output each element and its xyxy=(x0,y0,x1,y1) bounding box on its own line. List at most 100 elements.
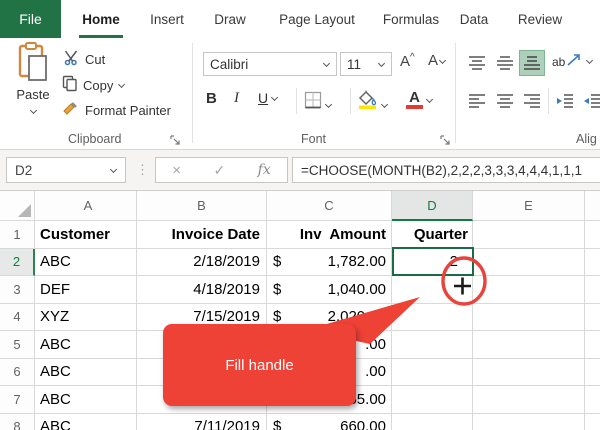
cell-b2[interactable]: 2/18/2019 xyxy=(137,249,267,277)
font-color-button[interactable]: A xyxy=(406,89,433,109)
cell-e3[interactable] xyxy=(473,276,585,304)
borders-button[interactable] xyxy=(304,91,332,114)
cell-e6[interactable] xyxy=(473,359,585,387)
cell-a2[interactable]: ABC xyxy=(35,249,137,277)
formula-bar: D2 ⋮ × ✓ fx =CHOOSE(MONTH(B2),2,2,2,3,3,… xyxy=(0,150,600,190)
tab-insert[interactable]: Insert xyxy=(144,0,190,38)
tab-draw[interactable]: Draw xyxy=(208,0,252,38)
cell-c8[interactable]: $660.00 xyxy=(267,414,392,430)
cell-d1[interactable]: Quarter xyxy=(392,221,473,249)
cut-button[interactable]: Cut xyxy=(64,50,105,69)
cell-a4[interactable]: XYZ xyxy=(35,304,137,332)
cell-a5[interactable]: ABC xyxy=(35,331,137,359)
tab-review[interactable]: Review xyxy=(512,0,568,38)
row-header-8[interactable]: 8 xyxy=(0,414,35,430)
name-box-value: D2 xyxy=(15,163,32,178)
tab-file[interactable]: File xyxy=(0,0,61,38)
tab-page-layout[interactable]: Page Layout xyxy=(270,0,364,38)
row-header-6[interactable]: 6 xyxy=(0,359,35,387)
underline-button[interactable]: U xyxy=(258,90,278,106)
bold-button[interactable]: B xyxy=(206,90,217,107)
row-header-2[interactable]: 2 xyxy=(0,249,35,277)
formula-input[interactable]: =CHOOSE(MONTH(B2),2,2,2,3,3,3,4,4,4,1,1,… xyxy=(292,157,600,183)
column-header-partial[interactable] xyxy=(585,191,600,221)
italic-button[interactable]: I xyxy=(234,90,239,107)
cell-e8[interactable] xyxy=(473,414,585,430)
middle-align-button[interactable] xyxy=(492,50,518,76)
cell-c1[interactable]: Inv Amount xyxy=(267,221,392,249)
tab-data[interactable]: Data xyxy=(456,0,492,38)
tab-formulas[interactable]: Formulas xyxy=(382,0,440,38)
shrink-font-button[interactable]: A xyxy=(428,52,446,69)
cell-d8[interactable] xyxy=(392,414,473,430)
ribbon-tab-bar: File Home Insert Draw Page Layout Formul… xyxy=(0,0,600,38)
insert-function-icon[interactable]: fx xyxy=(258,162,271,178)
font-size-combo[interactable]: 11 xyxy=(340,52,392,76)
orientation-button[interactable]: ab xyxy=(552,54,593,69)
grow-font-letter: A xyxy=(400,53,410,70)
cell-f7[interactable] xyxy=(585,386,600,414)
row-header-3[interactable]: 3 xyxy=(0,276,35,304)
cell-c2[interactable]: $1,782.00 xyxy=(267,249,392,277)
align-left-button[interactable] xyxy=(464,88,490,114)
cell-d4[interactable] xyxy=(392,304,473,332)
top-align-button[interactable] xyxy=(464,50,490,76)
cell-b3[interactable]: 4/18/2019 xyxy=(137,276,267,304)
format-painter-button[interactable]: Format Painter xyxy=(62,101,171,120)
name-box[interactable]: D2 xyxy=(6,157,126,183)
cell-e1[interactable] xyxy=(473,221,585,249)
select-all-corner[interactable] xyxy=(0,191,35,221)
cell-d6[interactable] xyxy=(392,359,473,387)
copy-button[interactable]: Copy xyxy=(62,75,125,95)
cell-f5[interactable] xyxy=(585,331,600,359)
cell-f1[interactable] xyxy=(585,221,600,249)
cell-f2[interactable] xyxy=(585,249,600,277)
cell-a7[interactable]: ABC xyxy=(35,386,137,414)
cell-e2[interactable] xyxy=(473,249,585,277)
cell-d5[interactable] xyxy=(392,331,473,359)
grow-font-button[interactable]: A^ xyxy=(400,52,415,70)
fill-color-button[interactable] xyxy=(358,90,388,114)
cell-a1[interactable]: Customer xyxy=(35,221,137,249)
cell-e4[interactable] xyxy=(473,304,585,332)
amount-value: 1,782.00 xyxy=(328,253,386,270)
column-header-b[interactable]: B xyxy=(137,191,267,221)
column-header-d[interactable]: D xyxy=(392,191,473,221)
column-header-e[interactable]: E xyxy=(473,191,585,221)
cell-b1[interactable]: Invoice Date xyxy=(137,221,267,249)
cell-d3[interactable] xyxy=(392,276,473,304)
cell-f3[interactable] xyxy=(585,276,600,304)
paste-button[interactable]: Paste xyxy=(10,42,56,120)
copy-icon xyxy=(62,75,78,95)
currency-symbol: $ xyxy=(273,253,281,270)
cell-d7[interactable] xyxy=(392,386,473,414)
cell-f8[interactable] xyxy=(585,414,600,430)
clipboard-dialog-launcher[interactable] xyxy=(170,133,182,145)
column-header-a[interactable]: A xyxy=(35,191,137,221)
font-name-combo[interactable]: Calibri xyxy=(203,52,337,76)
format-painter-brush-icon xyxy=(62,101,80,120)
cell-f4[interactable] xyxy=(585,304,600,332)
cell-a3[interactable]: DEF xyxy=(35,276,137,304)
cancel-icon[interactable]: × xyxy=(172,162,181,179)
row-header-7[interactable]: 7 xyxy=(0,386,35,414)
cell-e5[interactable] xyxy=(473,331,585,359)
increase-indent-button[interactable] xyxy=(579,88,600,114)
tab-home[interactable]: Home xyxy=(77,0,125,38)
font-dialog-launcher[interactable] xyxy=(440,133,452,145)
cell-e7[interactable] xyxy=(473,386,585,414)
column-header-c[interactable]: C xyxy=(267,191,392,221)
enter-icon[interactable]: ✓ xyxy=(213,162,225,179)
align-center-button[interactable] xyxy=(492,88,518,114)
cell-a6[interactable]: ABC xyxy=(35,359,137,387)
cell-c3[interactable]: $1,040.00 xyxy=(267,276,392,304)
bottom-align-button[interactable] xyxy=(519,50,545,76)
row-header-1[interactable]: 1 xyxy=(0,221,35,249)
row-header-4[interactable]: 4 xyxy=(0,304,35,332)
row-header-5[interactable]: 5 xyxy=(0,331,35,359)
align-right-button[interactable] xyxy=(519,88,545,114)
cell-f6[interactable] xyxy=(585,359,600,387)
cell-b8[interactable]: 7/11/2019 xyxy=(137,414,267,430)
cell-a8[interactable]: ABC xyxy=(35,414,137,430)
decrease-indent-button[interactable] xyxy=(552,88,578,114)
